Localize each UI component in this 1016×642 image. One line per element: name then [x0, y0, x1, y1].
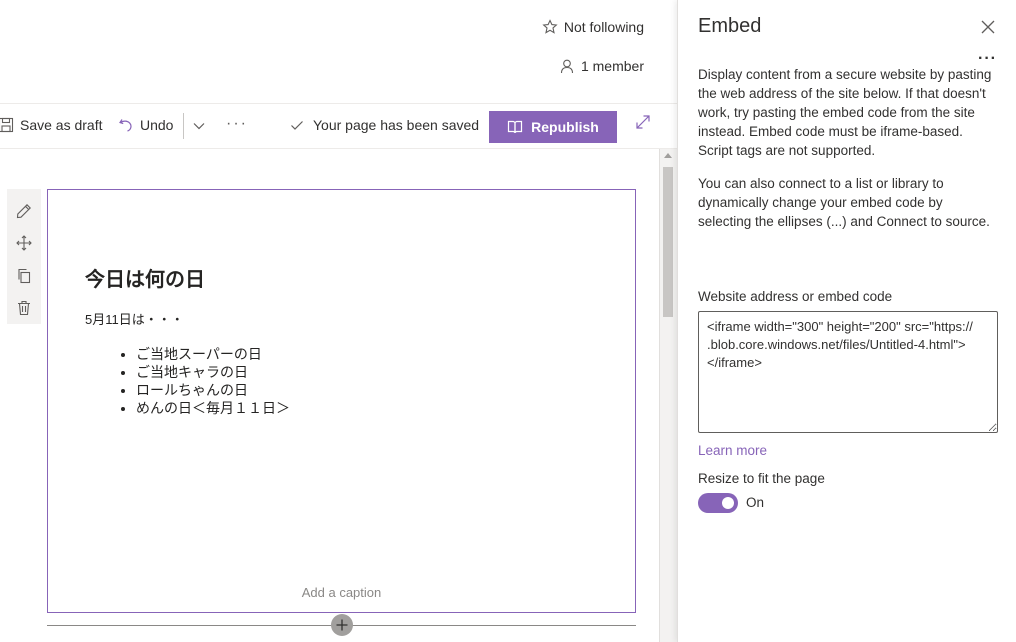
embedded-list: ご当地スーパーの日 ご当地キャラの日 ロールちゃんの日 めんの日＜毎月１１日＞ [136, 345, 290, 417]
pane-title: Embed [698, 15, 762, 37]
copy-icon [18, 268, 31, 283]
embedded-date-line: 5月11日は・・・ [85, 312, 184, 327]
move-icon [16, 235, 32, 252]
save-status-label: Your page has been saved [313, 117, 480, 133]
resize-toggle-state: On [746, 495, 765, 510]
members-indicator[interactable]: 1 member [559, 58, 644, 74]
pencil-icon [16, 204, 31, 219]
webpart-toolbar [7, 189, 41, 324]
toggle-knob [722, 497, 734, 509]
pane-connect-hint: You can also connect to a list or librar… [698, 176, 990, 229]
scrollbar-thumb[interactable] [663, 167, 673, 317]
book-icon [508, 120, 523, 134]
members-label: 1 member [580, 58, 644, 74]
expand-icon [636, 115, 650, 129]
chevron-down-icon [193, 123, 205, 130]
close-icon [981, 20, 995, 34]
republish-label: Republish [531, 119, 599, 135]
follow-toggle[interactable]: Not following [542, 19, 644, 35]
caption-input[interactable]: Add a caption [48, 585, 635, 600]
edit-webpart-button[interactable] [7, 195, 41, 227]
move-webpart-button[interactable] [7, 227, 41, 259]
undo-icon [119, 119, 132, 132]
page-editor: Not following 1 member Save as draft Und… [0, 0, 677, 642]
undo-button[interactable]: Undo [118, 117, 173, 133]
save-as-draft-button[interactable]: Save as draft [0, 117, 103, 133]
list-item: ロールちゃんの日 [136, 381, 290, 399]
close-pane-button[interactable] [980, 19, 996, 40]
resize-toggle-label: Resize to fit the page [698, 471, 825, 486]
more-commands-button[interactable]: ··· [226, 115, 248, 133]
list-item: めんの日＜毎月１１日＞ [136, 399, 290, 417]
undo-label: Undo [140, 117, 174, 133]
follow-label: Not following [563, 19, 644, 35]
embed-code-input[interactable]: <iframe width="300" height="200" src="ht… [698, 311, 998, 433]
save-icon [0, 117, 14, 133]
undo-dropdown-button[interactable] [192, 119, 206, 136]
delete-webpart-button[interactable] [7, 292, 41, 324]
learn-more-link[interactable]: Learn more [698, 443, 767, 458]
save-status: Your page has been saved [290, 117, 479, 133]
list-item: ご当地スーパーの日 [136, 345, 290, 363]
add-webpart-button[interactable] [331, 614, 353, 636]
star-icon [542, 19, 558, 34]
duplicate-webpart-button[interactable] [7, 260, 41, 292]
save-as-draft-label: Save as draft [20, 117, 103, 133]
resize-toggle[interactable] [698, 493, 738, 513]
embedded-heading: 今日は何の日 [85, 269, 205, 291]
plus-icon [336, 619, 348, 631]
checkmark-icon [291, 121, 303, 130]
embed-property-pane: Embed ··· Display content from a secure … [677, 0, 1016, 642]
trash-icon [18, 300, 30, 315]
republish-button[interactable]: Republish [489, 111, 617, 143]
list-item: ご当地キャラの日 [136, 363, 290, 381]
person-icon [560, 59, 574, 74]
canvas-scrollbar[interactable] [659, 149, 677, 642]
expand-button[interactable] [634, 113, 652, 134]
embed-webpart[interactable]: 今日は何の日 5月11日は・・・ ご当地スーパーの日 ご当地キャラの日 ロールち… [47, 189, 636, 613]
toolbar-divider [183, 113, 184, 139]
embed-code-label: Website address or embed code [698, 289, 893, 304]
scroll-up-arrow[interactable] [664, 153, 672, 158]
pane-description: Display content from a secure website by… [698, 67, 992, 158]
command-bar: Save as draft Undo ··· Your page has bee… [0, 103, 677, 149]
